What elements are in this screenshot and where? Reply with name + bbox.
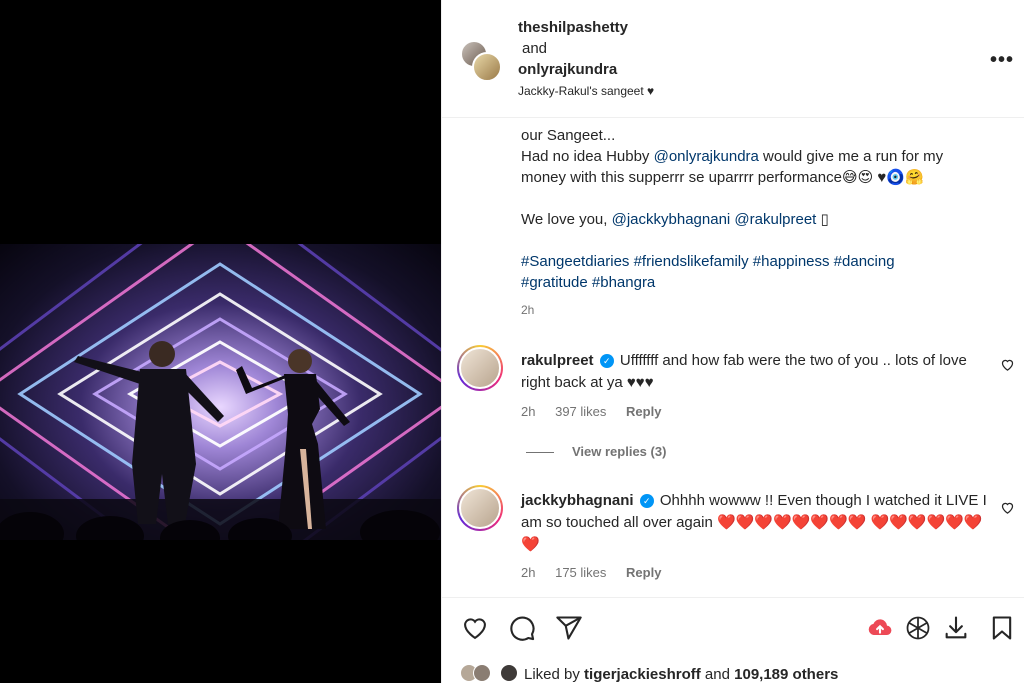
avatar[interactable] bbox=[457, 485, 503, 531]
dance-stage-scene bbox=[0, 244, 441, 540]
comment-time[interactable]: 2h bbox=[521, 404, 535, 419]
media-pane[interactable] bbox=[0, 0, 441, 683]
liked-by-avatars bbox=[460, 664, 524, 682]
openai-icon[interactable] bbox=[904, 614, 932, 642]
liked-by-user[interactable]: tigerjackieshroff bbox=[584, 666, 701, 683]
comment-username[interactable]: jackkybhagnani bbox=[521, 492, 634, 509]
more-options-button[interactable]: ••• bbox=[990, 49, 1014, 72]
author-and-label: and bbox=[522, 40, 548, 57]
hashtags[interactable]: #gratitude #bhangra bbox=[521, 272, 991, 293]
comment-likes[interactable]: 397 likes bbox=[555, 404, 606, 419]
author-username-2[interactable]: onlyrajkundra bbox=[518, 61, 617, 78]
comment-icon[interactable] bbox=[508, 614, 536, 642]
caption-line: We love you, @jackkybhagnani @rakulpreet… bbox=[521, 209, 991, 230]
verified-icon: ✓ bbox=[639, 494, 654, 508]
reply-button[interactable]: Reply bbox=[626, 404, 661, 419]
reply-button[interactable]: Reply bbox=[626, 565, 661, 580]
post-audio-label[interactable]: Jackky-Rakul's sangeet ♥ bbox=[518, 84, 654, 98]
bookmark-icon[interactable] bbox=[988, 614, 1016, 642]
post-side-panel: theshilpashetty and onlyrajkundra Jackky… bbox=[441, 0, 1024, 683]
comment-meta: 2h 397 likes Reply bbox=[521, 404, 677, 419]
caption-line: Had no idea Hubby @onlyrajkundra would g… bbox=[521, 146, 991, 188]
caption-timestamp[interactable]: 2h bbox=[521, 303, 534, 317]
heart-icon[interactable] bbox=[461, 614, 489, 642]
comments-scroll-area[interactable]: our Sangeet... Had no idea Hubby @onlyra… bbox=[442, 119, 1024, 596]
author-username-1[interactable]: theshilpashetty bbox=[518, 19, 628, 36]
comment-username[interactable]: rakulpreet bbox=[521, 352, 594, 369]
download-icon[interactable] bbox=[942, 614, 970, 642]
cloud-upload-icon[interactable] bbox=[866, 614, 894, 642]
video-player[interactable] bbox=[0, 244, 441, 540]
post-actions-bar bbox=[442, 597, 1024, 657]
collab-avatars[interactable] bbox=[460, 40, 504, 84]
mention-link[interactable]: @jackkybhagnani bbox=[612, 211, 731, 228]
view-replies-button[interactable]: View replies (3) bbox=[526, 444, 666, 459]
caption-text: We love you, bbox=[521, 211, 612, 228]
post-header: theshilpashetty and onlyrajkundra Jackky… bbox=[442, 0, 1024, 118]
caption-text: ▯ bbox=[816, 211, 829, 228]
comment-likes[interactable]: 175 likes bbox=[555, 565, 606, 580]
comment-body: jackkybhagnani ✓ Ohhhh wowww !! Even tho… bbox=[521, 490, 991, 556]
avatar[interactable] bbox=[457, 345, 503, 391]
avatar[interactable] bbox=[472, 52, 502, 82]
comment-heart-icon[interactable] bbox=[1000, 500, 1015, 519]
comment-body: rakulpreet ✓ Ufffffff and how fab were t… bbox=[521, 350, 991, 394]
liked-by-prefix: Liked by bbox=[524, 666, 585, 683]
comment-time[interactable]: 2h bbox=[521, 565, 535, 580]
caption-line: our Sangeet... bbox=[521, 127, 616, 144]
view-replies-label: View replies (3) bbox=[572, 444, 667, 459]
comment-heart-icon[interactable] bbox=[1000, 357, 1015, 376]
hashtags[interactable]: #Sangeetdiaries #friendslikefamily #happ… bbox=[521, 251, 991, 272]
caption-text: Had no idea Hubby bbox=[521, 148, 654, 165]
mention-link[interactable]: @rakulpreet bbox=[734, 211, 816, 228]
mention-link[interactable]: @onlyrajkundra bbox=[654, 148, 759, 165]
post-caption: our Sangeet... Had no idea Hubby @onlyra… bbox=[521, 125, 991, 293]
verified-icon: ✓ bbox=[599, 354, 614, 368]
liked-by-count[interactable]: 109,189 others bbox=[734, 666, 838, 683]
liked-by-middle: and bbox=[700, 666, 735, 683]
liked-by-line[interactable]: Liked by tigerjackieshroff and 109,189 o… bbox=[460, 664, 838, 683]
share-icon[interactable] bbox=[555, 614, 583, 642]
comment-meta: 2h 175 likes Reply bbox=[521, 565, 677, 580]
